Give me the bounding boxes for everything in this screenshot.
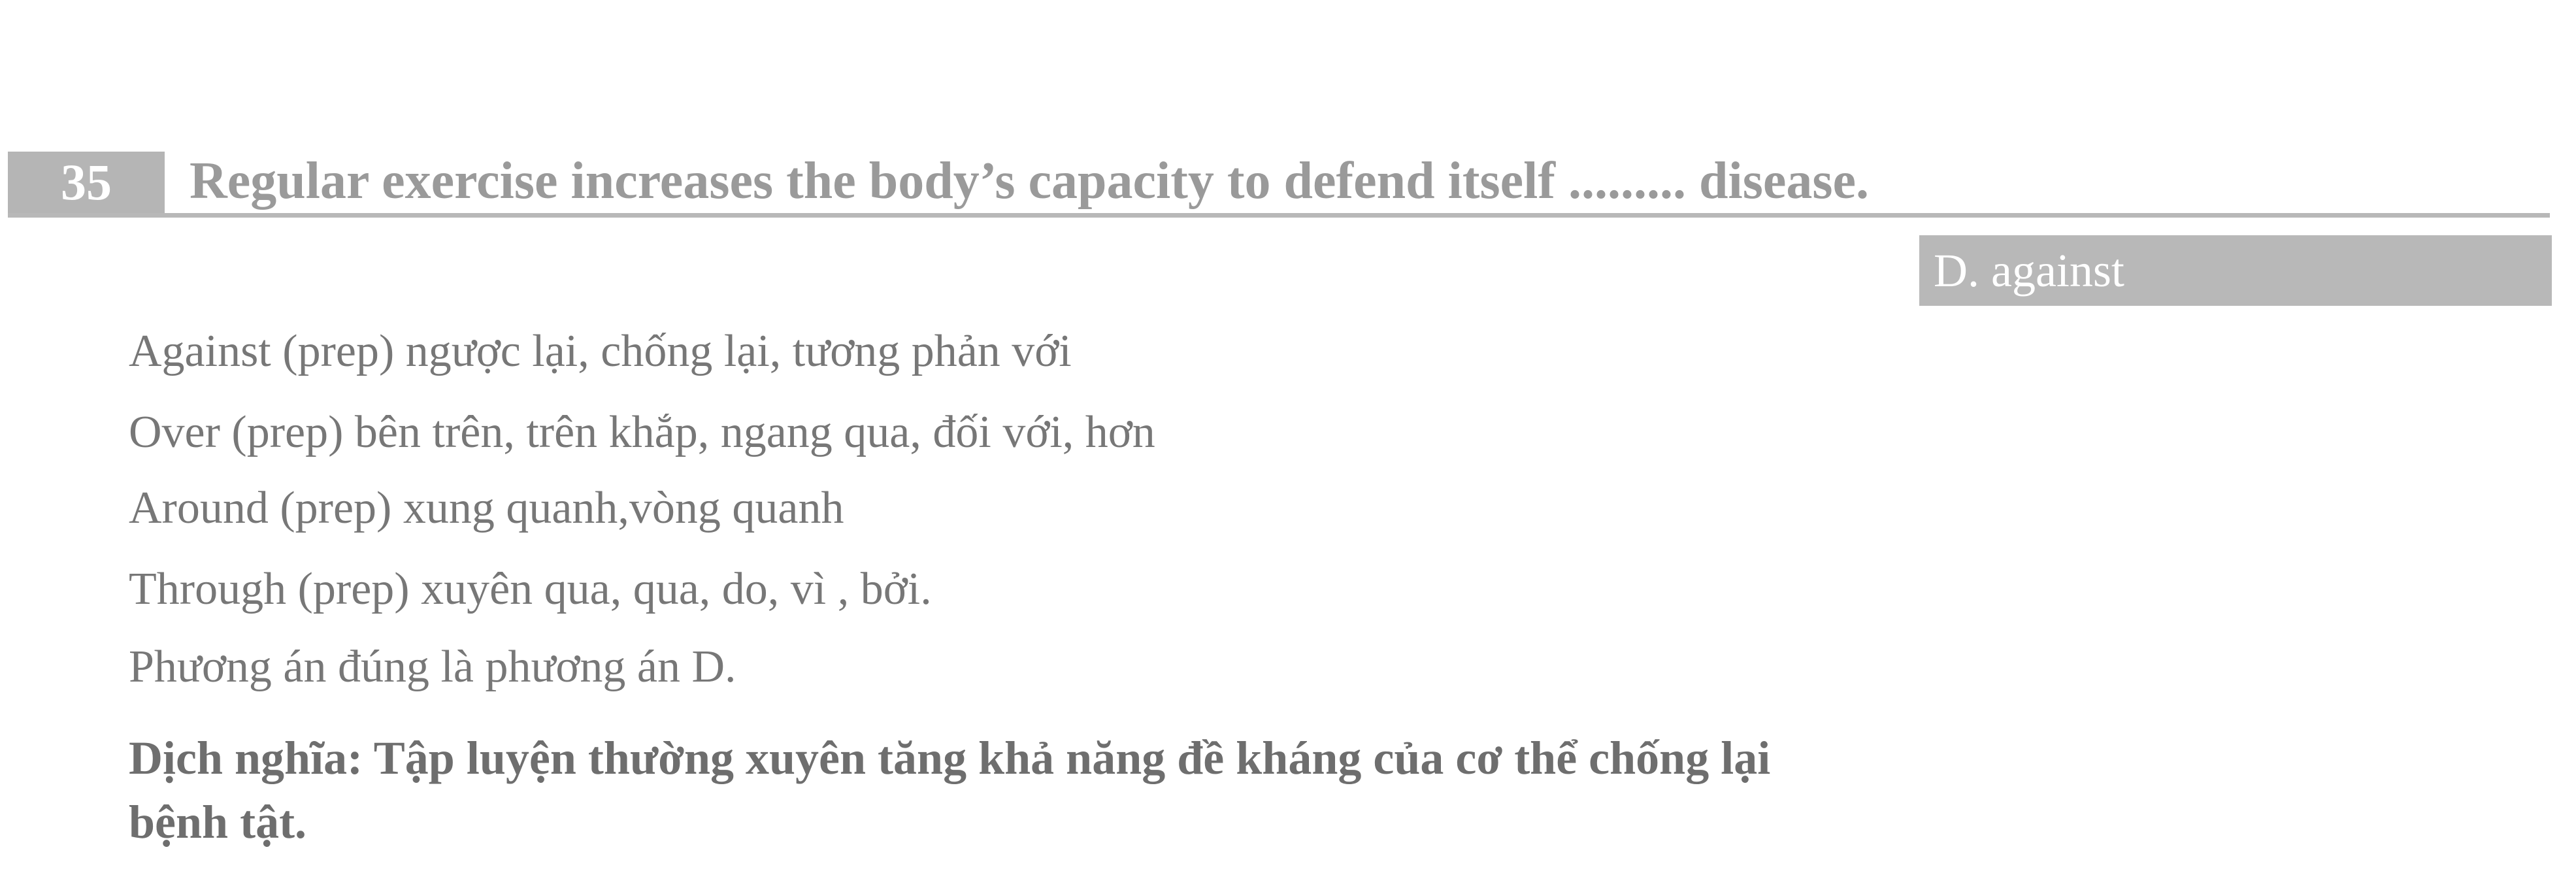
- explanation-line: Against (prep) ngược lại, chống lại, tươ…: [129, 326, 1072, 376]
- explanation-line: Through (prep) xuyên qua, qua, do, vì , …: [129, 564, 932, 614]
- question-text: Regular exercise increases the body’s ca…: [190, 152, 1870, 210]
- divider: [8, 213, 2550, 218]
- explanation-line: Over (prep) bên trên, trên khắp, ngang q…: [129, 407, 1155, 457]
- explanation-line: Phương án đúng là phương án D.: [129, 642, 736, 692]
- question-number-badge: 35: [8, 152, 165, 213]
- explanation-line: Around (prep) xung quanh,vòng quanh: [129, 483, 844, 533]
- answer-badge: D. against: [1919, 235, 2552, 306]
- translation-line-1: Dịch nghĩa: Tập luyện thường xuyên tăng …: [129, 732, 1771, 784]
- translation-line-2: bệnh tật.: [129, 796, 307, 848]
